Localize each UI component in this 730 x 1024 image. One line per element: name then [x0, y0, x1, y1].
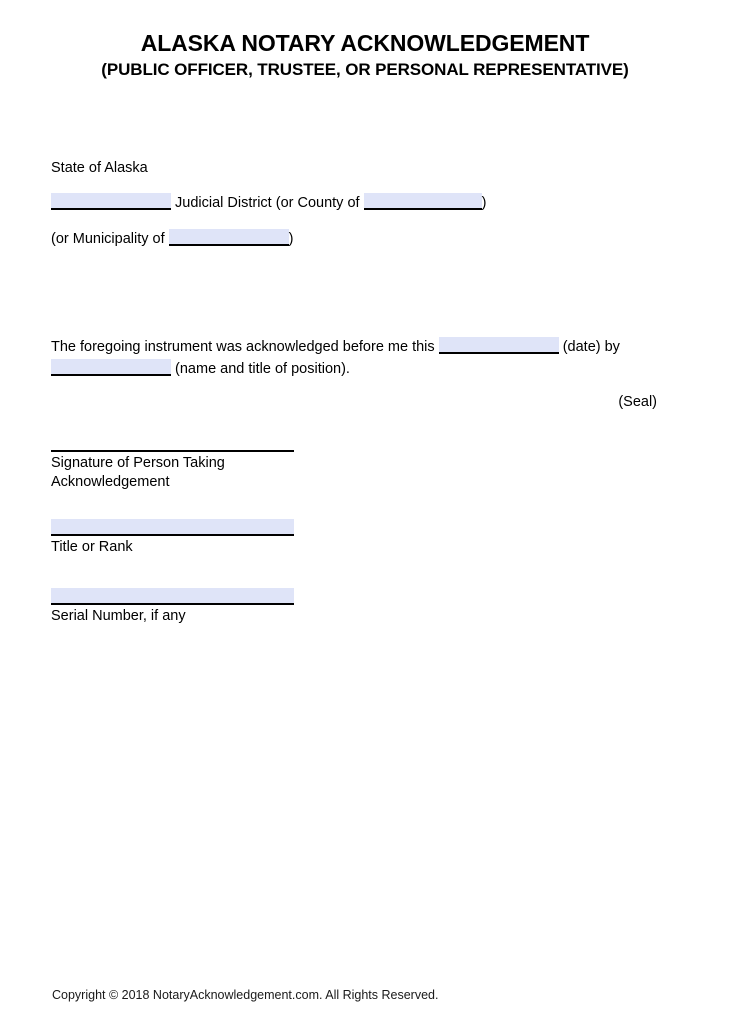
serial-number-label: Serial Number, if any	[51, 608, 186, 624]
name-and-title-input[interactable]	[51, 359, 171, 376]
date-input[interactable]	[438, 337, 559, 354]
document-page: ALASKA NOTARY ACKNOWLEDGEMENT (PUBLIC OF…	[0, 0, 730, 1024]
signature-block: Signature of Person Taking Acknowledgeme…	[51, 450, 294, 626]
seal-marker: (Seal)	[618, 394, 657, 410]
signature-line[interactable]	[51, 450, 294, 452]
judicial-district-input[interactable]	[51, 193, 171, 210]
acknowledgement-text-after-name: (name and title of position).	[171, 361, 350, 377]
copyright-footer: Copyright © 2018 NotaryAcknowledgement.c…	[52, 988, 439, 1002]
title-or-rank-input[interactable]	[51, 519, 294, 536]
municipality-input[interactable]	[168, 229, 289, 246]
page-subtitle: (PUBLIC OFFICER, TRUSTEE, OR PERSONAL RE…	[101, 60, 629, 79]
district-line-close-paren: )	[481, 195, 487, 211]
acknowledgement-text-after-date: (date) by	[558, 339, 620, 355]
title-spacer	[51, 557, 294, 588]
municipality-label: (or Municipality of	[51, 231, 169, 247]
municipality-close-paren: )	[288, 231, 294, 247]
title-block: ALASKA NOTARY ACKNOWLEDGEMENT (PUBLIC OF…	[0, 30, 730, 80]
signature-spacer	[51, 492, 294, 519]
signature-label: Signature of Person Taking Acknowledgeme…	[51, 455, 225, 490]
serial-number-input[interactable]	[51, 588, 294, 605]
page-title: ALASKA NOTARY ACKNOWLEDGEMENT	[140, 30, 590, 56]
county-input[interactable]	[363, 193, 482, 210]
title-or-rank-label: Title or Rank	[51, 539, 133, 555]
judicial-district-label: Judicial District (or County of	[171, 195, 364, 211]
acknowledgement-paragraph: The foregoing instrument was acknowledge…	[51, 336, 666, 380]
judicial-district-line: Judicial District (or County of )	[51, 193, 486, 214]
municipality-line: (or Municipality of )	[51, 229, 294, 250]
state-line: State of Alaska	[51, 160, 148, 176]
acknowledgement-text-before-date: The foregoing instrument was acknowledge…	[51, 339, 439, 355]
